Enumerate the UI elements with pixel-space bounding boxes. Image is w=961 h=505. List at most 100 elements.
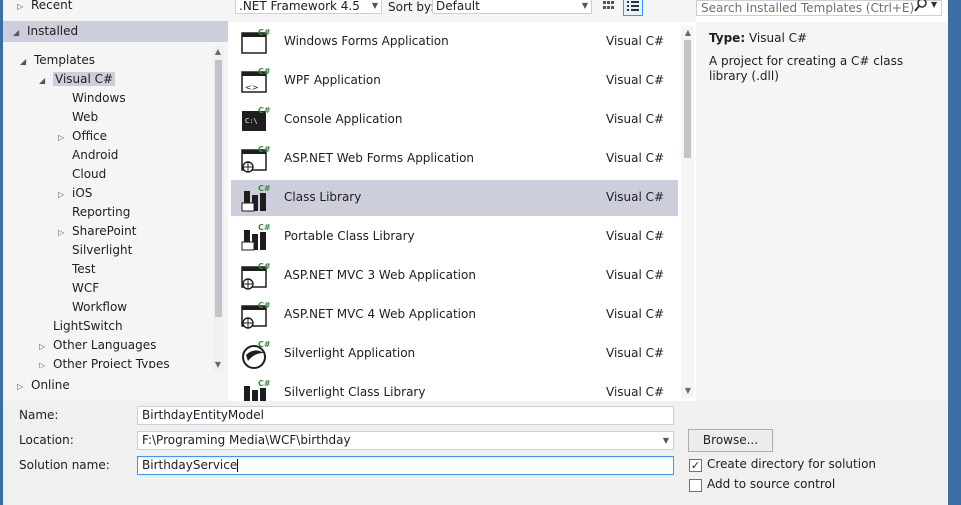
template-row[interactable]: <> C# WPF Application Visual C# [231,63,678,99]
text-cursor [237,459,239,472]
tree-item-silverlight[interactable]: Silverlight [58,241,132,260]
template-row[interactable]: C# Silverlight Class Library Visual C# [231,375,678,401]
type-value: Visual C# [748,31,808,45]
tree-item-other-languages[interactable]: ▷ Other Languages [39,336,156,355]
scroll-up-arrow-icon[interactable]: ▲ [683,28,693,38]
solution-name-input[interactable]: BirthdayService [137,456,674,475]
details-view-button[interactable] [623,0,643,16]
framework-dropdown[interactable]: .NET Framework 4.5 ▼ [235,0,382,14]
medium-icons-view-button[interactable] [598,0,618,16]
sort-dropdown[interactable]: Default ▼ [432,0,592,14]
portable-library-icon: C# [240,222,271,252]
tree-item-recent[interactable]: ▷ Recent [17,0,72,15]
tree-item-ios[interactable]: ▷ iOS [58,184,92,203]
tree-item-installed[interactable]: ◢ Installed [13,22,78,41]
template-language: Visual C# [606,268,665,282]
browse-button[interactable]: Browse... [688,429,773,452]
template-name: Class Library [284,190,362,204]
template-description-text: A project for creating a C# class librar… [709,54,904,83]
solution-name-value: BirthdayService [142,458,238,472]
template-language: Visual C# [606,346,665,360]
tree-item-templates[interactable]: ◢ Templates [20,51,95,70]
tree-label: Android [72,148,119,162]
template-list-scrollbar-thumb[interactable] [684,40,691,158]
template-language: Visual C# [606,73,665,87]
template-row[interactable]: C# Silverlight Application Visual C# [231,336,678,372]
template-row[interactable]: C# Windows Forms Application Visual C# [231,24,678,60]
collapse-arrow-icon[interactable]: ◢ [39,71,53,90]
template-row[interactable]: C# ASP.NET MVC 4 Web Application Visual C# [231,297,678,333]
template-list: C# Windows Forms Application Visual C# <> C#… [231,22,681,401]
scroll-down-arrow-icon[interactable]: ▼ [213,360,223,370]
tree-label: Visual C# [53,72,116,86]
template-row[interactable]: C# ASP.NET Web Forms Application Visual C# [231,141,678,177]
template-name: Silverlight Class Library [284,385,426,399]
template-name: ASP.NET Web Forms Application [284,151,475,165]
template-description-panel: Type: Visual C# A project for creating a… [696,22,948,401]
template-row[interactable]: C# Class Library Visual C# [231,180,678,216]
tree-label: Reporting [72,205,131,219]
scroll-down-arrow-icon[interactable]: ▼ [683,386,693,396]
tree-item-other-project-types[interactable]: ▷ Other Project Types [39,355,214,368]
tree-item-wcf[interactable]: WCF [58,279,99,298]
expand-arrow-icon[interactable]: ▷ [39,356,53,368]
tree-item-workflow[interactable]: Workflow [58,298,127,317]
template-row[interactable]: C# ASP.NET MVC 3 Web Application Visual C# [231,258,678,294]
svg-text:C#: C# [258,223,270,232]
tree-label: LightSwitch [53,319,123,333]
template-name: Console Application [284,112,403,126]
expand-arrow-icon[interactable]: ▷ [17,0,31,16]
template-row[interactable]: C# Portable Class Library Visual C# [231,219,678,255]
tree-label: Online [31,378,70,392]
class-library-icon: C# [240,183,271,213]
svg-text:C#: C# [258,262,270,271]
tree-item-online[interactable]: ▷ Online [17,376,70,395]
project-name-input[interactable]: BirthdayEntityModel [137,406,674,425]
tree-label: Recent [31,0,73,12]
template-row[interactable]: C:\ C# Console Application Visual C# [231,102,678,138]
solution-name-label: Solution name: [19,458,110,472]
name-label: Name: [19,408,59,422]
scroll-up-arrow-icon[interactable]: ▲ [213,47,223,57]
expand-arrow-icon[interactable]: ▷ [58,128,72,147]
tree-item-web[interactable]: Web [58,108,98,127]
template-language: Visual C# [606,229,665,243]
chevron-down-icon[interactable]: ▼ [663,432,669,449]
expand-arrow-icon[interactable]: ▷ [58,185,72,204]
expand-arrow-icon[interactable]: ▷ [17,377,31,396]
source-control-checkbox[interactable] [689,479,702,492]
expand-arrow-icon[interactable]: ▷ [39,337,53,356]
location-combo[interactable]: F:\Programing Media\WCF\birthday ▼ [137,431,674,450]
tree-item-android[interactable]: Android [58,146,118,165]
template-language: Visual C# [606,307,665,321]
template-language: Visual C# [606,190,665,204]
search-icon[interactable] [914,0,928,13]
tree-item-windows[interactable]: Windows [58,89,126,108]
tree-item-visual-csharp[interactable]: ◢ Visual C# [39,70,116,90]
sort-label: Sort by: [388,0,435,14]
framework-value: .NET Framework 4.5 [239,0,360,13]
collapse-arrow-icon[interactable]: ◢ [20,52,34,71]
tree-item-lightswitch[interactable]: LightSwitch [53,317,123,336]
svg-text:<>: <> [245,83,258,92]
tree-scrollbar-thumb[interactable] [215,60,222,317]
tree-item-test[interactable]: Test [58,260,96,279]
chevron-down-icon: ▼ [371,1,378,10]
tree-label: Test [72,262,96,276]
svg-text:C#: C# [258,106,270,115]
tree-item-cloud[interactable]: Cloud [58,165,106,184]
mvc-icon: C# [240,261,271,291]
search-placeholder: Search Installed Templates (Ctrl+E) [701,1,915,15]
create-directory-checkbox[interactable]: ✓ [689,459,702,472]
template-language: Visual C# [606,385,665,399]
collapse-arrow-icon[interactable]: ◢ [13,23,27,42]
tree-item-sharepoint[interactable]: ▷ SharePoint [58,222,136,241]
tree-label: Web [72,110,99,124]
search-templates-input[interactable]: Search Installed Templates (Ctrl+E) [696,0,942,16]
template-name: Windows Forms Application [284,34,449,48]
tree-item-reporting[interactable]: Reporting [58,203,130,222]
expand-arrow-icon[interactable]: ▷ [58,223,72,242]
search-options-chevron-icon[interactable]: ▼ [931,0,937,9]
tree-item-office[interactable]: ▷ Office [58,127,107,146]
tree-label: Installed [27,24,79,38]
